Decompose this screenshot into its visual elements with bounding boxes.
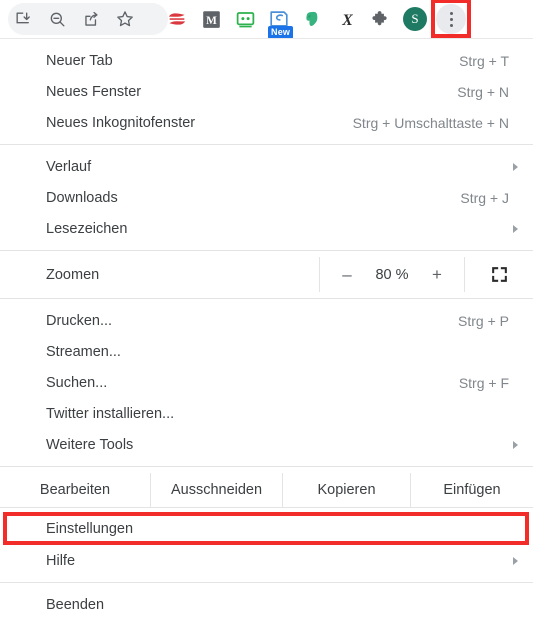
menu-item-more-tools[interactable]: Weitere Tools	[0, 429, 533, 460]
chevron-right-icon	[513, 224, 518, 233]
settings-row-wrapper: Einstellungen	[0, 512, 533, 545]
robot-extension-icon[interactable]	[228, 2, 262, 36]
zoom-decrease-button[interactable]: –	[338, 266, 356, 283]
paste-button[interactable]: Einfügen	[410, 473, 533, 507]
menu-item-label: Neuer Tab	[46, 52, 113, 69]
chevron-right-icon	[513, 556, 518, 565]
menu-item-label: Suchen...	[46, 374, 108, 391]
menu-item-label: Weitere Tools	[46, 436, 134, 453]
edit-label: Bearbeiten	[39, 482, 111, 498]
chrome-menu-button[interactable]	[431, 0, 471, 38]
menu-item-label: Einstellungen	[46, 520, 134, 537]
menu-item-label: Downloads	[46, 189, 118, 206]
menu-item-label: Streamen...	[46, 343, 121, 360]
menu-item-shortcut: Strg + N	[457, 83, 509, 100]
menu-item-new-tab[interactable]: Neuer Tab Strg + T	[0, 45, 533, 76]
menu-item-shortcut: Strg + T	[459, 52, 509, 69]
menu-item-label: Drucken...	[46, 312, 113, 329]
menu-item-shortcut: Strg + F	[458, 374, 509, 391]
cut-button[interactable]: Ausschneiden	[150, 473, 282, 507]
menu-separator	[0, 144, 533, 145]
menu-item-history[interactable]: Verlauf	[0, 151, 533, 182]
menu-item-label: Twitter installieren...	[46, 405, 175, 422]
menu-item-exit[interactable]: Beenden	[0, 589, 533, 620]
kebab-dot	[449, 11, 453, 15]
puzzle-extensions-icon[interactable]	[364, 2, 398, 36]
zoom-level-value: 80 %	[375, 266, 409, 283]
menu-item-label: Beenden	[46, 596, 105, 613]
menu-item-label: Neues Fenster	[46, 83, 142, 100]
svg-text:M: M	[206, 14, 217, 26]
menu-separator	[0, 250, 533, 251]
menu-item-label: Verlauf	[46, 158, 92, 175]
zoom-controls: – 80 % +	[319, 257, 464, 292]
menu-item-downloads[interactable]: Downloads Strg + J	[0, 182, 533, 213]
fullscreen-button[interactable]	[464, 257, 533, 292]
chrome-main-menu: Neuer Tab Strg + T Neues Fenster Strg + …	[0, 38, 533, 613]
avatar-initial: S	[403, 7, 427, 31]
kebab-dot	[449, 23, 453, 27]
share-icon[interactable]	[74, 2, 108, 36]
zoom-out-icon[interactable]	[40, 2, 74, 36]
copy-button[interactable]: Kopieren	[282, 473, 410, 507]
menu-item-print[interactable]: Drucken... Strg + P	[0, 305, 533, 336]
kebab-menu-icon	[436, 4, 466, 34]
zoom-row: Zoomen – 80 % +	[0, 257, 533, 292]
download-icon[interactable]	[6, 2, 40, 36]
menu-item-shortcut: Strg + P	[458, 312, 509, 329]
avatar[interactable]: S	[398, 2, 432, 36]
menu-item-shortcut: Strg + J	[460, 189, 509, 206]
menu-item-find[interactable]: Suchen... Strg + F	[0, 367, 533, 398]
svg-text:X: X	[341, 11, 353, 28]
menu-item-label: Lesezeichen	[46, 220, 128, 237]
menu-item-new-incognito-window[interactable]: Neues Inkognitofenster Strg + Umschaltta…	[0, 107, 533, 138]
menu-item-new-window[interactable]: Neues Fenster Strg + N	[0, 76, 533, 107]
menu-item-label: Neues Inkognitofenster	[46, 114, 196, 131]
edit-row: Bearbeiten Ausschneiden Kopieren Einfüge…	[0, 473, 533, 507]
scanner-extension-icon[interactable]: New	[262, 2, 296, 39]
menu-item-settings[interactable]: Einstellungen	[0, 512, 533, 545]
menu-separator	[0, 466, 533, 467]
chevron-right-icon	[513, 162, 518, 171]
evernote-icon[interactable]	[296, 2, 330, 36]
menu-item-help[interactable]: Hilfe	[0, 545, 533, 576]
zoom-increase-button[interactable]: +	[428, 266, 446, 283]
bookmark-star-icon[interactable]	[108, 2, 142, 36]
express-vpn-icon[interactable]	[160, 2, 194, 36]
menu-item-label: Hilfe	[46, 552, 76, 569]
mendeley-icon[interactable]: M	[194, 2, 228, 36]
menu-item-shortcut: Strg + Umschalttaste + N	[352, 114, 509, 131]
menu-item-bookmarks[interactable]: Lesezeichen	[0, 213, 533, 244]
kebab-dot	[449, 17, 453, 21]
italic-x-icon[interactable]: X	[330, 2, 364, 36]
browser-toolbar: M New X S	[0, 0, 533, 39]
menu-separator	[0, 507, 533, 508]
menu-item-install-twitter[interactable]: Twitter installieren...	[0, 398, 533, 429]
zoom-label: Zoomen	[46, 266, 100, 283]
menu-separator	[0, 298, 533, 299]
menu-separator	[0, 582, 533, 583]
menu-item-cast[interactable]: Streamen...	[0, 336, 533, 367]
chevron-right-icon	[513, 440, 518, 449]
